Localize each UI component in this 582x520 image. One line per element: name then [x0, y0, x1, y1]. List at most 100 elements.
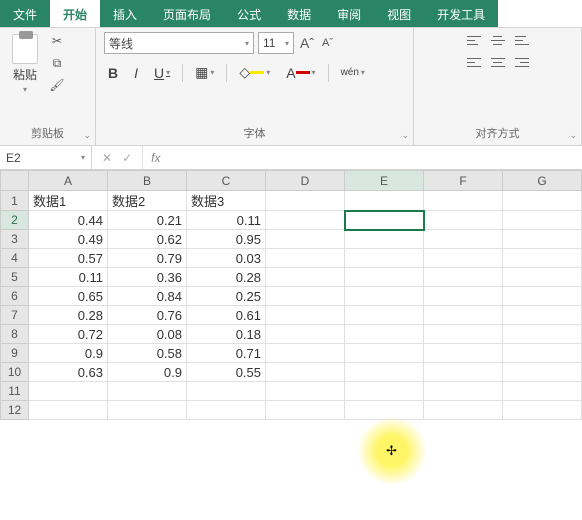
cell[interactable]: 0.36 [108, 268, 187, 287]
cell[interactable]: 0.25 [187, 287, 266, 306]
fx-icon[interactable]: fx [143, 146, 168, 169]
cell[interactable] [266, 344, 345, 363]
cell[interactable] [266, 363, 345, 382]
cell[interactable] [503, 382, 582, 401]
cell[interactable] [424, 191, 503, 211]
align-right-button[interactable] [513, 54, 531, 70]
tab-insert[interactable]: 插入 [100, 0, 150, 27]
row-2[interactable]: 2 [1, 211, 29, 230]
cell[interactable] [503, 268, 582, 287]
cell[interactable] [345, 249, 424, 268]
cell[interactable]: 0.9 [108, 363, 187, 382]
cell[interactable]: 0.08 [108, 325, 187, 344]
row-9[interactable]: 9 [1, 344, 29, 363]
italic-button[interactable]: I [130, 63, 142, 83]
row-10[interactable]: 10 [1, 363, 29, 382]
cell[interactable] [503, 211, 582, 230]
cell[interactable]: 0.18 [187, 325, 266, 344]
cell[interactable] [345, 287, 424, 306]
cell[interactable]: 0.84 [108, 287, 187, 306]
decrease-font-button[interactable]: Aˇ [320, 37, 335, 49]
cell[interactable] [266, 268, 345, 287]
formula-input[interactable] [168, 146, 582, 169]
cell[interactable] [108, 401, 187, 420]
cell[interactable] [503, 401, 582, 420]
name-box[interactable]: E2▾ [0, 146, 92, 169]
col-F[interactable]: F [424, 171, 503, 191]
cell[interactable] [266, 401, 345, 420]
cell[interactable] [266, 249, 345, 268]
cell[interactable] [345, 211, 424, 230]
col-A[interactable]: A [29, 171, 108, 191]
cell[interactable] [424, 211, 503, 230]
format-painter-button[interactable]: 🖌 [48, 76, 66, 94]
col-C[interactable]: C [187, 171, 266, 191]
cell[interactable] [345, 325, 424, 344]
cell[interactable]: 0.65 [29, 287, 108, 306]
spreadsheet-grid[interactable]: A B C D E F G 1数据1数据2数据320.440.210.1130.… [0, 170, 582, 420]
cell[interactable]: 0.9 [29, 344, 108, 363]
cell[interactable]: 0.61 [187, 306, 266, 325]
col-E[interactable]: E [345, 171, 424, 191]
col-D[interactable]: D [266, 171, 345, 191]
cell[interactable]: 0.28 [187, 268, 266, 287]
cell[interactable] [345, 306, 424, 325]
cell[interactable] [345, 230, 424, 249]
cell[interactable]: 0.21 [108, 211, 187, 230]
font-color-button[interactable]: A [282, 63, 319, 83]
align-top-button[interactable] [465, 32, 483, 48]
row-8[interactable]: 8 [1, 325, 29, 344]
align-middle-button[interactable] [489, 32, 507, 48]
bold-button[interactable]: B [104, 63, 122, 83]
cell[interactable]: 0.62 [108, 230, 187, 249]
cell[interactable] [345, 191, 424, 211]
underline-button[interactable]: U [150, 63, 174, 83]
cell[interactable]: 0.79 [108, 249, 187, 268]
font-name-select[interactable]: 等线▾ [104, 32, 254, 54]
tab-review[interactable]: 审阅 [324, 0, 374, 27]
cell[interactable]: 0.49 [29, 230, 108, 249]
row-7[interactable]: 7 [1, 306, 29, 325]
cell[interactable]: 0.11 [187, 211, 266, 230]
cell[interactable] [424, 382, 503, 401]
cell[interactable] [503, 249, 582, 268]
cell[interactable] [266, 382, 345, 401]
row-5[interactable]: 5 [1, 268, 29, 287]
cell[interactable] [345, 344, 424, 363]
tab-data[interactable]: 数据 [274, 0, 324, 27]
align-left-button[interactable] [465, 54, 483, 70]
cell[interactable]: 数据1 [29, 191, 108, 211]
cell[interactable] [266, 191, 345, 211]
cell[interactable]: 0.71 [187, 344, 266, 363]
cell[interactable] [108, 382, 187, 401]
cell[interactable]: 0.58 [108, 344, 187, 363]
cell[interactable]: 0.03 [187, 249, 266, 268]
cell[interactable]: 数据2 [108, 191, 187, 211]
row-4[interactable]: 4 [1, 249, 29, 268]
row-1[interactable]: 1 [1, 191, 29, 211]
cell[interactable] [424, 249, 503, 268]
cell[interactable]: 0.55 [187, 363, 266, 382]
cell[interactable] [345, 382, 424, 401]
cell[interactable] [503, 325, 582, 344]
cell[interactable] [187, 401, 266, 420]
cell[interactable] [345, 401, 424, 420]
cell[interactable]: 0.95 [187, 230, 266, 249]
cell[interactable] [29, 401, 108, 420]
cell[interactable] [424, 306, 503, 325]
cell[interactable]: 数据3 [187, 191, 266, 211]
cell[interactable] [424, 344, 503, 363]
cell[interactable] [503, 287, 582, 306]
cut-button[interactable]: ✂ [48, 32, 66, 50]
align-bottom-button[interactable] [513, 32, 531, 48]
row-6[interactable]: 6 [1, 287, 29, 306]
cell[interactable] [503, 306, 582, 325]
cell[interactable]: 0.11 [29, 268, 108, 287]
tab-layout[interactable]: 页面布局 [150, 0, 224, 27]
cell[interactable] [424, 230, 503, 249]
font-size-select[interactable]: 11▾ [258, 32, 294, 54]
align-center-button[interactable] [489, 54, 507, 70]
cell[interactable] [424, 401, 503, 420]
cell[interactable] [424, 363, 503, 382]
cell[interactable] [266, 287, 345, 306]
